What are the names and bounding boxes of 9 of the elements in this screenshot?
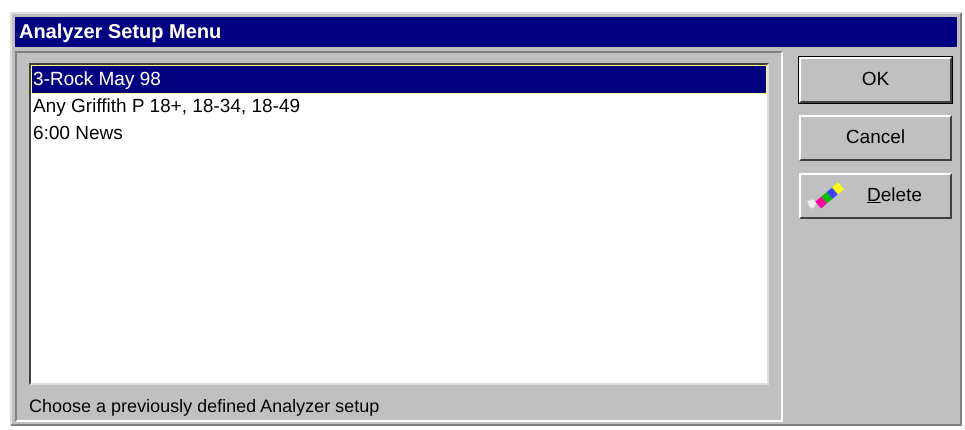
list-item[interactable]: 3-Rock May 98 — [32, 66, 766, 93]
list-item[interactable]: 6:00 News — [32, 120, 766, 147]
window-title: Analyzer Setup Menu — [19, 20, 222, 45]
setup-list[interactable]: 3-Rock May 98 Any Griffith P 18+, 18-34, 18-49 6:00 News — [29, 63, 769, 385]
hint-text: Choose a previously defined Analyzer setup — [29, 395, 380, 418]
dialog-button[interactable]: Delete — [799, 173, 952, 219]
dialog-button[interactable]: Cancel — [799, 115, 952, 161]
list-item[interactable]: Any Griffith P 18+, 18-34, 18-49 — [32, 93, 766, 120]
dialog-button[interactable]: OK — [799, 57, 952, 103]
